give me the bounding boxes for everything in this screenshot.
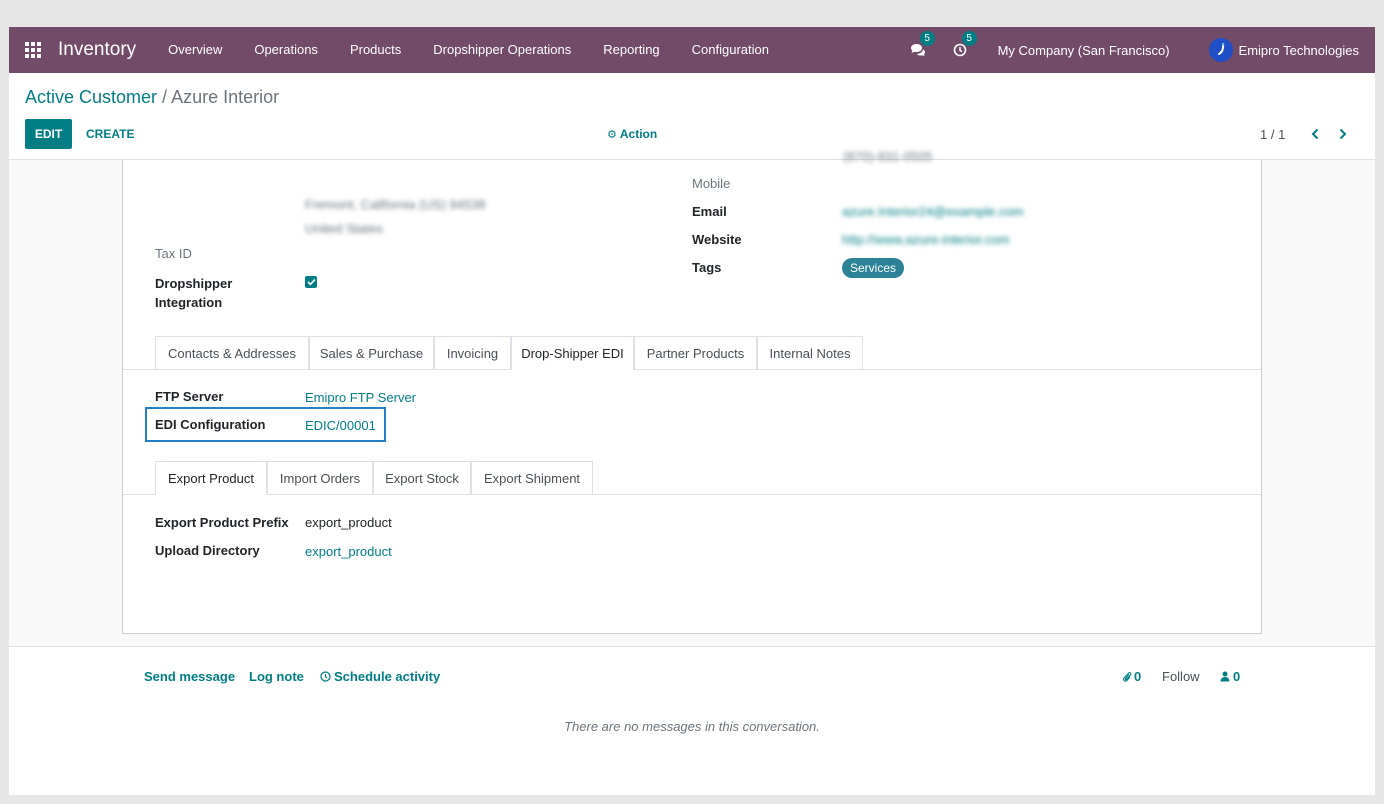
dropshipper-integration-checkbox[interactable] — [305, 276, 317, 288]
website-value[interactable]: http://www.azure-interior.com — [842, 232, 1010, 247]
website-label: Website — [692, 232, 742, 247]
tax-id-label: Tax ID — [155, 246, 192, 261]
menu-overview[interactable]: Overview — [152, 27, 238, 73]
no-messages-text: There are no messages in this conversati… — [564, 719, 820, 734]
send-message-button[interactable]: Send message — [144, 669, 235, 684]
form-sheet: (870)-931-0505 Fremont, California (US) … — [122, 149, 1262, 634]
edi-configuration-link[interactable]: EDIC/00001 — [305, 418, 376, 433]
dropshipper-label-line2: Integration — [155, 295, 223, 310]
log-note-button[interactable]: Log note — [249, 669, 304, 684]
export-product-prefix-value: export_product — [305, 515, 392, 530]
breadcrumb-separator: / — [157, 87, 172, 107]
activities-count-badge: 5 — [961, 31, 977, 46]
attachments-count: 0 — [1134, 669, 1142, 684]
main-tabs-divider — [123, 369, 1261, 370]
attachments-button[interactable]: 0 — [1122, 669, 1141, 684]
action-label: Action — [619, 127, 658, 141]
pager-value[interactable]: 1 / 1 — [1260, 119, 1285, 149]
dropshipper-label-line1: Dropshipper — [155, 276, 233, 291]
phone-value: (870)-931-0505 — [843, 149, 933, 164]
menu-products[interactable]: Products — [334, 27, 417, 73]
clock-icon — [320, 671, 331, 682]
tags-label: Tags — [692, 260, 722, 275]
menu-operations[interactable]: Operations — [238, 27, 334, 73]
user-avatar — [1208, 38, 1233, 62]
follow-button[interactable]: Follow — [1162, 669, 1200, 684]
user-icon — [1220, 671, 1230, 682]
gear-icon: ⚙ — [607, 128, 617, 141]
top-navbar: Inventory Overview Operations Products D… — [9, 27, 1375, 73]
pager-previous-chevron-left-icon[interactable] — [1310, 119, 1320, 149]
control-panel: Active Customer / Azure Interior EDIT CR… — [9, 73, 1375, 160]
sub-tabs-divider — [123, 494, 1261, 495]
tab-export-shipment[interactable]: Export Shipment — [471, 461, 593, 494]
menu-dropshipper-operations[interactable]: Dropshipper Operations — [417, 27, 587, 73]
upload-directory-link[interactable]: export_product — [305, 544, 392, 559]
tab-export-stock[interactable]: Export Stock — [373, 461, 471, 494]
menu-configuration[interactable]: Configuration — [676, 27, 785, 73]
activity-clock-icon[interactable]: 5 — [949, 31, 977, 61]
action-menu-button[interactable]: ⚙ Action — [607, 119, 657, 149]
schedule-activity-button[interactable]: Schedule activity — [320, 669, 440, 684]
ftp-server-link[interactable]: Emipro FTP Server — [305, 390, 416, 405]
upload-directory-label: Upload Directory — [155, 543, 260, 558]
company-switcher[interactable]: My Company (San Francisco) — [998, 43, 1170, 58]
user-menu[interactable]: Emipro Technologies — [1208, 38, 1359, 62]
pager-next-chevron-right-icon[interactable] — [1338, 119, 1348, 149]
mobile-label: Mobile — [692, 176, 731, 191]
export-product-prefix-label: Export Product Prefix — [155, 515, 289, 530]
breadcrumb-parent[interactable]: Active Customer — [25, 87, 157, 107]
app-title[interactable]: Inventory — [58, 39, 136, 61]
tab-contacts-addresses[interactable]: Contacts & Addresses — [155, 336, 309, 369]
messaging-icon[interactable]: 5 — [907, 31, 935, 61]
create-button[interactable]: CREATE — [86, 119, 134, 149]
user-name: Emipro Technologies — [1238, 42, 1359, 58]
followers-count: 0 — [1233, 669, 1241, 684]
tab-import-orders[interactable]: Import Orders — [267, 461, 373, 494]
address-line-country: United States — [305, 221, 384, 236]
edi-configuration-label: EDI Configuration — [155, 417, 266, 432]
ftp-server-label: FTP Server — [155, 389, 224, 404]
tab-export-product[interactable]: Export Product — [155, 461, 267, 495]
schedule-activity-label: Schedule activity — [334, 669, 441, 684]
paperclip-icon — [1123, 671, 1132, 682]
edit-button[interactable]: EDIT — [25, 119, 72, 149]
breadcrumb: Active Customer / Azure Interior — [25, 87, 279, 108]
tab-partner-products[interactable]: Partner Products — [634, 336, 757, 369]
followers-button[interactable]: 0 — [1220, 669, 1240, 684]
app-window: Inventory Overview Operations Products D… — [9, 27, 1375, 795]
messages-count-badge: 5 — [919, 31, 935, 46]
tab-invoicing[interactable]: Invoicing — [434, 336, 511, 369]
email-label: Email — [692, 204, 727, 219]
breadcrumb-current: Azure Interior — [171, 87, 280, 107]
apps-menu-icon[interactable] — [9, 27, 57, 73]
email-value[interactable]: azure.Interior24@example.com — [842, 204, 1024, 219]
tab-internal-notes[interactable]: Internal Notes — [757, 336, 863, 369]
tab-drop-shipper-edi[interactable]: Drop-Shipper EDI — [511, 336, 634, 370]
menu-reporting[interactable]: Reporting — [587, 27, 675, 73]
tag-services[interactable]: Services — [842, 258, 905, 278]
address-line-city: Fremont, California (US) 94538 — [305, 197, 486, 212]
tab-sales-purchase[interactable]: Sales & Purchase — [309, 336, 434, 369]
chatter: Send message Log note Schedule activity … — [9, 646, 1375, 795]
